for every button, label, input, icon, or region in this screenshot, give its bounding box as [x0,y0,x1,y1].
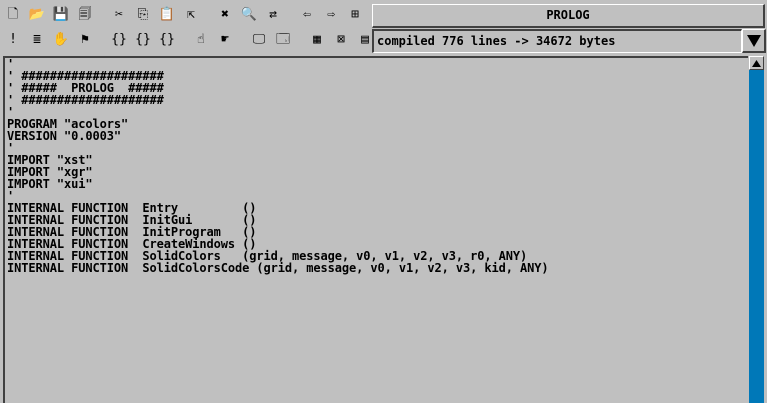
new-file-icon: 🗋 [7,7,19,22]
copy-icon: ⎘ [137,7,149,22]
status-dropdown-button[interactable] [742,29,766,53]
hand-stop-icon: ✋ [52,32,70,47]
save-all-button[interactable]: 🗐 [74,5,96,25]
hand-run-button[interactable]: ☝ [190,30,212,50]
hand-step-button[interactable]: ☛ [214,30,236,50]
tree-icon: ⊞ [351,7,359,22]
breakpoint-icon: ⚑ [81,32,89,47]
tree-button[interactable]: ⊞ [344,5,366,25]
brace-step-icon: {} [135,32,151,47]
status-panel: compiled 776 lines -> 34672 bytes [372,29,742,53]
delete-button[interactable]: ✖ [214,5,236,25]
find-button[interactable]: 🔍 [238,5,260,25]
toolbar: 🗋 📂 💾 🗐 ✂ ⎘ 📋 ⇱ ✖ 🔍 ⇄ ⇦ ⇨ ⊞ ! ≣ ✋ ⚑ {} {} {} ☝ ☛ 🖵 🗔 ▦ ⊠ ▤ [0,0,370,54]
breakpoint-button[interactable]: ⚑ [74,30,96,50]
find-icon: 🔍 [240,7,258,22]
export-button[interactable]: ⇱ [180,5,202,25]
window-title: PROLOG [546,8,590,22]
save-all-icon: 🗐 [78,7,92,22]
window-icon: 🗔 [275,32,291,47]
monitor-icon: 🖵 [252,32,266,47]
brace-step-button[interactable]: {} [132,30,154,50]
code-line[interactable]: IMPORT "xui" [7,178,548,190]
grid-button[interactable]: ▦ [306,30,328,50]
back-icon: ⇦ [303,7,311,22]
list-icon: ≣ [33,32,41,47]
back-button[interactable]: ⇦ [296,5,318,25]
cut-button[interactable]: ✂ [108,5,130,25]
window-button[interactable]: 🗔 [272,30,294,50]
brace-open-button[interactable]: {} [108,30,130,50]
copy-button[interactable]: ⎘ [132,5,154,25]
title-panel: PROLOG [372,4,765,28]
close-window-button[interactable]: ⊠ [330,30,352,50]
toolbar-row-1: 🗋 📂 💾 🗐 ✂ ⎘ 📋 ⇱ ✖ 🔍 ⇄ ⇦ ⇨ ⊞ [2,3,368,27]
document-icon: ▤ [361,32,369,47]
save-button[interactable]: 💾 [50,5,72,25]
code-text[interactable]: ' ' #################### ' ##### PROLOG ##… [7,58,549,274]
open-folder-icon: 📂 [28,7,46,22]
delete-icon: ✖ [221,7,229,22]
cut-icon: ✂ [115,7,123,22]
list-button[interactable]: ≣ [26,30,48,50]
code-line[interactable]: ' #################### [7,94,548,106]
brace-open-icon: {} [111,32,127,47]
brace-close-button[interactable]: {} [156,30,178,50]
code-line[interactable]: VERSION "0.0003" [7,130,548,142]
replace-icon: ⇄ [269,7,277,22]
vertical-scrollbar[interactable] [749,56,764,403]
save-icon: 💾 [52,7,70,22]
grid-icon: ▦ [313,32,321,47]
export-icon: ⇱ [187,7,195,22]
hand-stop-button[interactable]: ✋ [50,30,72,50]
abort-button[interactable]: ! [2,30,24,50]
abort-icon: ! [9,32,17,47]
scroll-up-button[interactable] [749,56,764,70]
triangle-down-icon [746,34,761,47]
paste-button[interactable]: 📋 [156,5,178,25]
forward-icon: ⇨ [327,7,335,22]
hand-step-icon: ☛ [221,32,229,47]
status-text: compiled 776 lines -> 34672 bytes [377,34,616,48]
new-file-button[interactable]: 🗋 [2,5,24,25]
forward-button[interactable]: ⇨ [320,5,342,25]
close-window-icon: ⊠ [337,32,345,47]
hand-run-icon: ☝ [197,32,205,47]
code-editor[interactable]: ' ' #################### ' ##### PROLOG ##… [3,56,748,403]
replace-button[interactable]: ⇄ [262,5,284,25]
monitor-button[interactable]: 🖵 [248,30,270,50]
brace-close-icon: {} [159,32,175,47]
toolbar-row-2: ! ≣ ✋ ⚑ {} {} {} ☝ ☛ 🖵 🗔 ▦ ⊠ ▤ [2,28,378,52]
paste-icon: 📋 [158,7,176,22]
code-line[interactable]: INTERNAL FUNCTION SolidColorsCode (grid,… [7,262,549,274]
triangle-up-icon [752,59,761,67]
open-folder-button[interactable]: 📂 [26,5,48,25]
